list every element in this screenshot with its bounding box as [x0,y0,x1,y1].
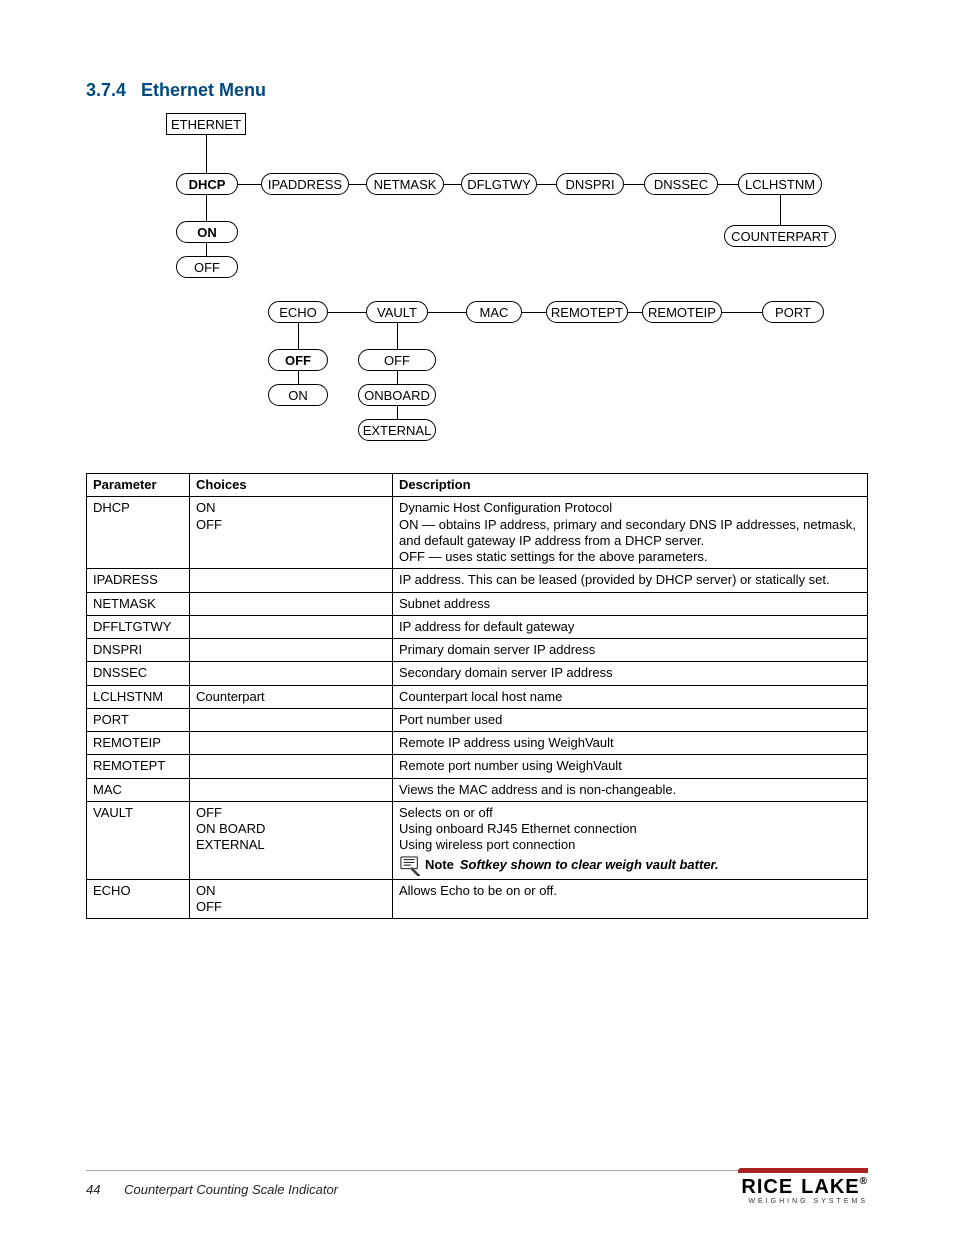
table-row: LCLHSTNMCounterpartCounterpart local hos… [87,685,868,708]
cell-parameter: IPADRESS [87,569,190,592]
cell-parameter: PORT [87,708,190,731]
cell-choices: ON OFF [190,497,393,569]
node-dnssec: DNSSEC [644,173,718,195]
cell-description: Dynamic Host Configuration Protocol ON —… [393,497,868,569]
cell-description: Primary domain server IP address [393,639,868,662]
brand-logo: RICELAKE® WEIGHING SYSTEMS [738,1168,868,1205]
node-lclhstnm: LCLHSTNM [738,173,822,195]
table-row: DHCPON OFFDynamic Host Configuration Pro… [87,497,868,569]
cell-description: IP address. This can be leased (provided… [393,569,868,592]
node-echo: ECHO [268,301,328,323]
note-callout: Note Softkey shown to clear weigh vault … [399,856,861,876]
cell-parameter: DHCP [87,497,190,569]
table-row: NETMASK Subnet address [87,592,868,615]
cell-description: Selects on or off Using onboard RJ45 Eth… [393,801,868,879]
cell-parameter: DNSSEC [87,662,190,685]
cell-parameter: ECHO [87,879,190,919]
node-vault-external: EXTERNAL [358,419,436,441]
node-port: PORT [762,301,824,323]
node-dflgtwy: DFLGTWY [461,173,537,195]
table-row: ECHOON OFFAllows Echo to be on or off. [87,879,868,919]
cell-description: Remote port number using WeighVault [393,755,868,778]
cell-choices [190,755,393,778]
node-vault: VAULT [366,301,428,323]
cell-choices: OFF ON BOARD EXTERNAL [190,801,393,879]
cell-parameter: VAULT [87,801,190,879]
cell-choices [190,732,393,755]
page-number: 44 [86,1182,100,1197]
cell-description: Secondary domain server IP address [393,662,868,685]
table-row: VAULTOFF ON BOARD EXTERNALSelects on or … [87,801,868,879]
note-label: Note [425,857,454,873]
cell-parameter: NETMASK [87,592,190,615]
cell-choices: Counterpart [190,685,393,708]
cell-description: Counterpart local host name [393,685,868,708]
node-netmask: NETMASK [366,173,444,195]
cell-parameter: DFFLTGTWY [87,615,190,638]
logo-subtext: WEIGHING SYSTEMS [738,1198,868,1205]
node-remotept: REMOTEPT [546,301,628,323]
section-number: 3.7.4 [86,80,136,101]
cell-choices [190,592,393,615]
note-text: Softkey shown to clear weigh vault batte… [460,857,719,873]
table-row: REMOTEIP Remote IP address using WeighVau… [87,732,868,755]
table-row: IPADRESS IP address. This can be leased (… [87,569,868,592]
cell-description: Subnet address [393,592,868,615]
cell-description: Views the MAC address and is non-changea… [393,778,868,801]
table-row: DNSPRI Primary domain server IP address [87,639,868,662]
node-ethernet: ETHERNET [166,113,246,135]
cell-choices [190,662,393,685]
cell-choices [190,615,393,638]
table-row: DNSSEC Secondary domain server IP address [87,662,868,685]
section-heading: 3.7.4 Ethernet Menu [86,80,868,101]
cell-choices [190,639,393,662]
node-echo-off: OFF [268,349,328,371]
cell-parameter: REMOTEPT [87,755,190,778]
node-dnspri: DNSPRI [556,173,624,195]
cell-description: Port number used [393,708,868,731]
node-remoteip: REMOTEIP [642,301,722,323]
cell-parameter: MAC [87,778,190,801]
cell-parameter: REMOTEIP [87,732,190,755]
node-ipaddress: IPADDRESS [261,173,349,195]
node-dhcp: DHCP [176,173,238,195]
note-icon [399,856,421,876]
node-dhcp-off: OFF [176,256,238,278]
table-row: MAC Views the MAC address and is non-chan… [87,778,868,801]
cell-description: Remote IP address using WeighVault [393,732,868,755]
cell-parameter: DNSPRI [87,639,190,662]
cell-choices [190,569,393,592]
menu-tree-diagram: ETHERNET DHCP IPADDRESS NETMASK DFLGTWY … [126,113,868,463]
section-title-text: Ethernet Menu [141,80,266,100]
table-row: DFFLTGTWY IP address for default gateway [87,615,868,638]
cell-parameter: LCLHSTNM [87,685,190,708]
cell-description: IP address for default gateway [393,615,868,638]
col-parameter: Parameter [87,474,190,497]
cell-description: Allows Echo to be on or off. [393,879,868,919]
table-row: PORT Port number used [87,708,868,731]
node-dhcp-on: ON [176,221,238,243]
cell-choices [190,778,393,801]
col-description: Description [393,474,868,497]
parameter-table: Parameter Choices Description DHCPON OFF… [86,473,868,919]
table-row: REMOTEPT Remote port number using WeighVa… [87,755,868,778]
logo-text: RICELAKE [741,1176,859,1198]
doc-title: Counterpart Counting Scale Indicator [124,1182,338,1197]
cell-choices [190,708,393,731]
node-vault-off: OFF [358,349,436,371]
cell-choices: ON OFF [190,879,393,919]
node-mac: MAC [466,301,522,323]
node-counterpart: COUNTERPART [724,225,836,247]
node-echo-on: ON [268,384,328,406]
col-choices: Choices [190,474,393,497]
node-vault-onboard: ONBOARD [358,384,436,406]
